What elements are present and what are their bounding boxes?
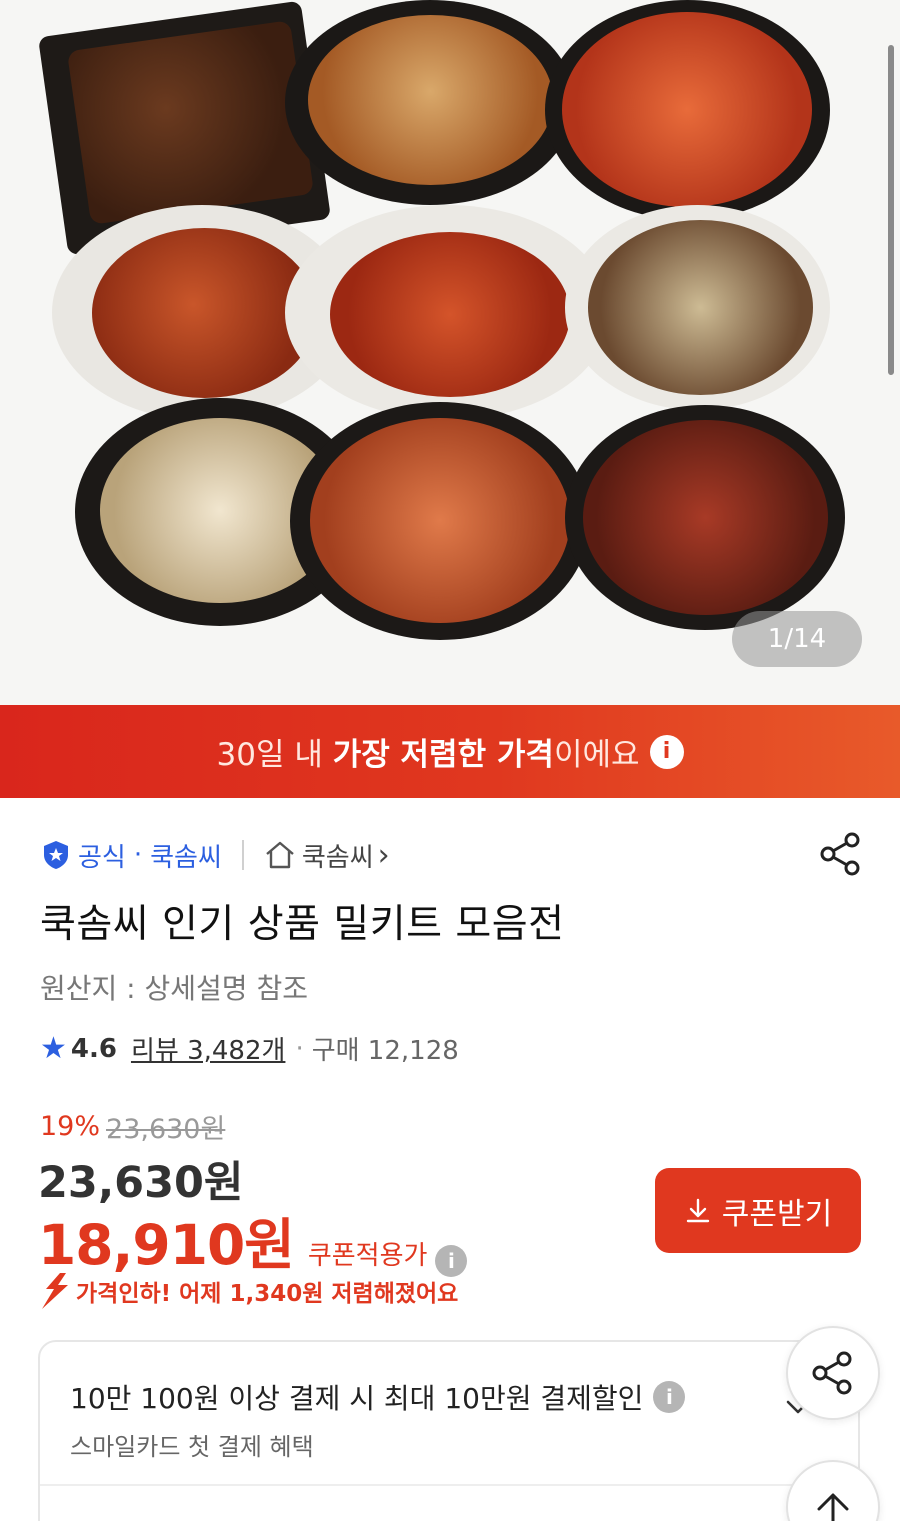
price-drop-text: 가격인하! 어제 1,340원 저렴해졌어요 [76, 1281, 459, 1307]
product-origin: 원산지 : 상세설명 참조 [40, 972, 308, 1005]
dish-food [562, 12, 812, 207]
share-icon [812, 1351, 852, 1395]
divider [241, 840, 244, 870]
share-icon[interactable] [818, 830, 864, 878]
discount-row: 19% 23,630원 [40, 1107, 225, 1146]
info-icon[interactable]: i [653, 1381, 686, 1413]
promo-title-row: 10만 100원 이상 결제 시 최대 10만원 결제할인 i [70, 1377, 686, 1417]
star-icon: ★ [40, 1031, 67, 1066]
coupon-price-label: 쿠폰적용가 [307, 1241, 428, 1271]
banner-suffix: 이에요 [553, 737, 640, 773]
dish-food [308, 15, 553, 185]
banner-prefix: 30일 내 [216, 737, 333, 773]
store-link[interactable]: 쿡솜씨 › [264, 837, 390, 874]
dish-food [310, 418, 570, 623]
product-hero-image[interactable]: 1/14 [0, 0, 900, 705]
divider [40, 1484, 858, 1486]
dish-food [92, 228, 317, 398]
home-icon [266, 841, 294, 869]
purchase-count: 구매 12,128 [311, 1036, 459, 1066]
price-down-arrow-icon [42, 1273, 68, 1309]
store-name: 쿡솜씨 [301, 842, 374, 873]
lowest-price-banner[interactable]: 30일 내 가장 저렴한 가격 이에요 i [0, 705, 900, 798]
separator: · [133, 840, 143, 870]
separator: · [295, 1033, 304, 1064]
product-title: 쿡솜씨 인기 상품 밀키트 모음전 [40, 902, 565, 947]
get-coupon-label: 쿠폰받기 [721, 1197, 833, 1231]
arrow-up-icon [817, 1493, 849, 1521]
seller-row: 공식 · 쿡솜씨 쿡솜씨 › [40, 833, 390, 877]
dish-food [588, 220, 813, 395]
image-page-indicator: 1/14 [732, 611, 862, 667]
floating-share-button[interactable] [786, 1326, 880, 1420]
dish-food [583, 420, 828, 615]
card-promo[interactable]: 10만 100원 이상 결제 시 최대 10만원 결제할인 i 스마일카드 첫 … [38, 1340, 860, 1521]
original-price: 23,630원 [106, 1114, 226, 1145]
official-badge-icon [44, 841, 68, 869]
rating-score: 4.6 [70, 1033, 117, 1064]
official-label[interactable]: 공식 [78, 837, 126, 874]
download-icon [686, 1198, 709, 1222]
banner-highlight: 가장 저렴한 가격 [332, 737, 554, 773]
reviews-link[interactable]: 리뷰 3,482개 [131, 1030, 285, 1067]
chevron-right-icon: › [377, 837, 390, 873]
dish-food [330, 232, 570, 397]
brand-name[interactable]: 쿡솜씨 [150, 837, 222, 874]
discount-percent: 19% [40, 1111, 101, 1142]
promo-title: 10만 100원 이상 결제 시 최대 10만원 결제할인 [70, 1382, 644, 1415]
get-coupon-button[interactable]: 쿠폰받기 [655, 1168, 861, 1253]
dish-food [66, 20, 315, 225]
rating-row: ★ 4.6 리뷰 3,482개 · 구매 12,128 [40, 1030, 459, 1067]
info-icon[interactable]: i [649, 734, 684, 769]
scrollbar[interactable] [888, 45, 894, 375]
price-drop-notice: 가격인하! 어제 1,340원 저렴해졌어요 [38, 1271, 458, 1311]
promo-subtitle: 스마일카드 첫 결제 혜택 [70, 1433, 314, 1461]
coupon-price-row: 18,910원 쿠폰적용가 i [38, 1200, 468, 1280]
coupon-price: 18,910원 [38, 1213, 295, 1277]
